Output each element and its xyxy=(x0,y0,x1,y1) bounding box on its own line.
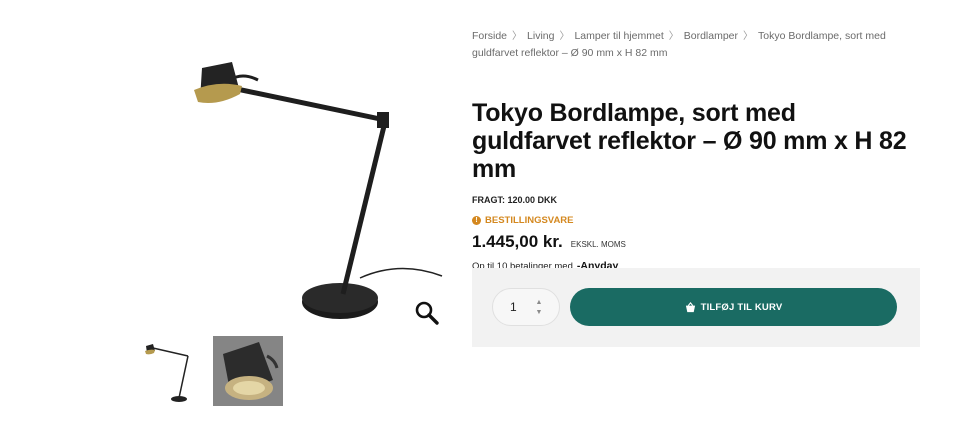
chevron-right-icon: 〉 xyxy=(512,31,523,42)
thumbnail-1[interactable] xyxy=(141,336,211,406)
breadcrumb-item-bordlamper[interactable]: Bordlamper xyxy=(684,30,738,42)
buy-box: 1 ▲ ▼ TILFØJ TIL KURV xyxy=(472,268,920,347)
breadcrumb: Forside 〉 Living 〉 Lamper til hjemmet 〉 Bordla… xyxy=(472,28,917,61)
quantity-value[interactable]: 1 xyxy=(510,300,517,314)
info-dot-icon: ! xyxy=(472,216,481,225)
price-row: 1.445,00 kr. EKSKL. MOMS xyxy=(472,232,922,252)
thumbnail-2-image xyxy=(213,336,283,406)
thumbnail-1-image xyxy=(145,344,189,402)
product-title: Tokyo Bordlampe, sort med guldfarvet ref… xyxy=(472,99,907,183)
chevron-right-icon: 〉 xyxy=(668,31,679,42)
thumbnail-2[interactable] xyxy=(213,336,283,406)
breadcrumb-item-lamper[interactable]: Lamper til hjemmet xyxy=(574,30,663,42)
basket-icon xyxy=(685,301,695,312)
add-to-cart-button[interactable]: TILFØJ TIL KURV xyxy=(570,288,897,326)
shipping-cost: FRAGT: 120.00 DKK xyxy=(472,195,558,205)
add-to-cart-label: TILFØJ TIL KURV xyxy=(700,301,783,313)
chevron-right-icon: 〉 xyxy=(559,31,570,42)
product-main-image[interactable] xyxy=(180,50,460,340)
chevron-right-icon: 〉 xyxy=(743,31,754,42)
breadcrumb-item-forside[interactable]: Forside xyxy=(472,30,507,42)
product-gallery xyxy=(0,0,460,439)
lamp-illustration xyxy=(194,62,443,319)
product-info: Forside 〉 Living 〉 Lamper til hjemmet 〉 Bordla… xyxy=(472,28,922,272)
chevron-down-icon[interactable]: ▼ xyxy=(534,309,544,317)
quantity-stepper[interactable]: 1 ▲ ▼ xyxy=(492,288,560,326)
product-price: 1.445,00 kr. xyxy=(472,232,563,251)
breadcrumb-item-living[interactable]: Living xyxy=(527,30,554,42)
vat-note: EKSKL. MOMS xyxy=(570,240,626,249)
availability-badge: ! BESTILLINGSVARE xyxy=(472,215,922,226)
magnifier-icon[interactable] xyxy=(414,300,440,326)
chevron-up-icon[interactable]: ▲ xyxy=(534,299,544,307)
availability-label: BESTILLINGSVARE xyxy=(485,215,574,226)
